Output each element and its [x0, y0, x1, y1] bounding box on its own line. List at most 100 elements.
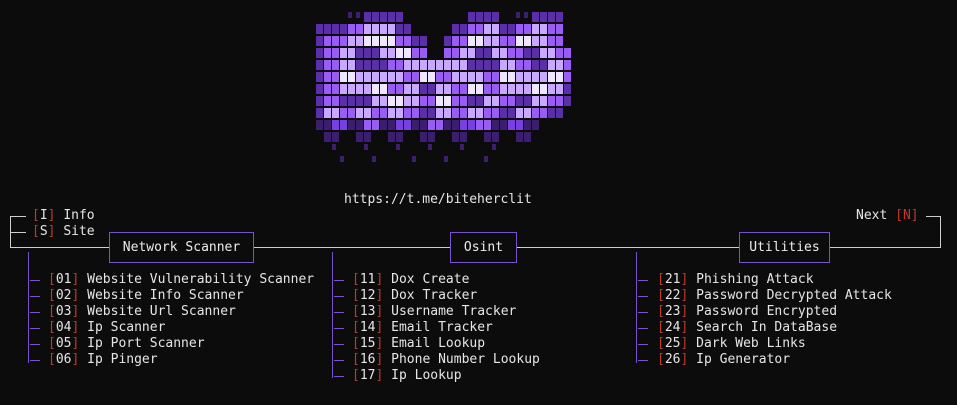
logo-block [340, 120, 347, 130]
logo-block [548, 60, 555, 70]
logo-block [484, 96, 491, 106]
tree-tick [30, 296, 40, 297]
logo-block [396, 108, 403, 118]
logo-block [396, 60, 403, 70]
option-info[interactable]: [I] Info [32, 208, 95, 223]
logo-block [324, 96, 331, 106]
tree-tick [30, 280, 40, 281]
menu-item-label: Website Vulnerability Scanner [87, 272, 315, 287]
tree-tick [334, 360, 344, 361]
menu-item-16[interactable]: [16] Phone Number Lookup [352, 352, 540, 368]
menu-item-04[interactable]: [04] Ip Scanner [48, 320, 165, 336]
logo-block [516, 36, 523, 46]
logo-block [460, 96, 467, 106]
logo-block [388, 24, 395, 34]
logo-block [364, 144, 368, 150]
logo-block [508, 60, 515, 70]
menu-item-22[interactable]: [22] Password Decrypted Attack [657, 288, 892, 304]
logo-block [380, 12, 387, 22]
logo-block [468, 96, 475, 106]
section-network-scanner[interactable]: Network Scanner [109, 232, 254, 263]
logo-block [372, 24, 379, 34]
logo-block [388, 72, 395, 82]
menu-item-21[interactable]: [21] Phishing Attack [657, 272, 814, 288]
tree-tick [30, 312, 40, 313]
menu-item-06[interactable]: [06] Ip Pinger [48, 352, 158, 368]
option-site[interactable]: [S] Site [32, 224, 95, 239]
tree-tick [638, 328, 648, 329]
menu-item-23[interactable]: [23] Password Encrypted [657, 304, 837, 320]
logo-block [396, 132, 403, 142]
menu-item-02[interactable]: [02] Website Info Scanner [48, 288, 244, 304]
logo-block [452, 132, 459, 142]
logo-block [396, 72, 403, 82]
telegram-url[interactable]: https://t.me/biteherclit [344, 192, 532, 207]
logo-block [364, 108, 371, 118]
tree-tick [334, 376, 344, 377]
menu-item-13[interactable]: [13] Username Tracker [352, 304, 516, 320]
logo-block [540, 48, 547, 58]
logo-block [388, 60, 395, 70]
logo-block [556, 108, 563, 118]
logo-block [428, 120, 435, 130]
logo-block [444, 96, 451, 106]
menu-item-25[interactable]: [25] Dark Web Links [657, 336, 806, 352]
logo-block [484, 132, 491, 142]
menu-item-num: 23 [664, 304, 681, 319]
section-osint[interactable]: Osint [450, 232, 517, 263]
logo-block [500, 60, 507, 70]
logo-block [372, 108, 379, 118]
next-option[interactable]: Next [N] [856, 208, 919, 223]
logo-block [436, 60, 443, 70]
logo-block [364, 132, 371, 142]
section-osint-title: Osint [463, 240, 504, 255]
logo-block [316, 72, 323, 82]
logo-block [372, 12, 379, 22]
menu-item-14[interactable]: [14] Email Tracker [352, 320, 493, 336]
menu-item-11[interactable]: [11] Dox Create [352, 272, 469, 288]
menu-item-15[interactable]: [15] Email Lookup [352, 336, 485, 352]
logo-block [460, 60, 467, 70]
section-utilities[interactable]: Utilities [739, 232, 830, 263]
option-site-key: S [39, 224, 48, 239]
logo-block [380, 24, 387, 34]
logo-block [380, 72, 387, 82]
menu-item-01[interactable]: [01] Website Vulnerability Scanner [48, 272, 314, 288]
menu-item-num: 06 [55, 352, 72, 367]
logo-block [388, 108, 395, 118]
logo-block [404, 120, 411, 130]
logo-block [340, 96, 347, 106]
tree-line-network [28, 252, 29, 363]
menu-item-24[interactable]: [24] Search In DataBase [657, 320, 837, 336]
logo-block [532, 48, 539, 58]
logo-block [564, 84, 571, 94]
frame-right-vertical [940, 216, 941, 247]
menu-item-03[interactable]: [03] Website Url Scanner [48, 304, 236, 320]
logo-block [484, 84, 491, 94]
logo-block [468, 84, 475, 94]
menu-item-05[interactable]: [05] Ip Port Scanner [48, 336, 205, 352]
logo-block [468, 24, 475, 34]
ascii-logo [316, 12, 571, 162]
menu-item-label: Email Tracker [391, 320, 493, 335]
logo-block [444, 108, 451, 118]
logo-block [452, 84, 459, 94]
logo-block [316, 84, 323, 94]
logo-block [516, 72, 523, 82]
logo-block [348, 48, 355, 58]
menu-item-17[interactable]: [17] Ip Lookup [352, 368, 462, 384]
menu-item-label: Search In DataBase [696, 320, 838, 335]
logo-block [324, 108, 331, 118]
menu-item-12[interactable]: [12] Dox Tracker [352, 288, 477, 304]
logo-block [356, 24, 363, 34]
logo-block [476, 120, 483, 130]
logo-block [492, 108, 499, 118]
menu-item-num: 13 [359, 304, 376, 319]
logo-block [484, 36, 491, 46]
connector-2 [516, 247, 740, 248]
logo-block [364, 48, 371, 58]
menu-item-26[interactable]: [26] Ip Generator [657, 352, 790, 368]
logo-block [428, 132, 435, 142]
logo-block [428, 108, 435, 118]
menu-item-label: Ip Generator [696, 352, 791, 367]
